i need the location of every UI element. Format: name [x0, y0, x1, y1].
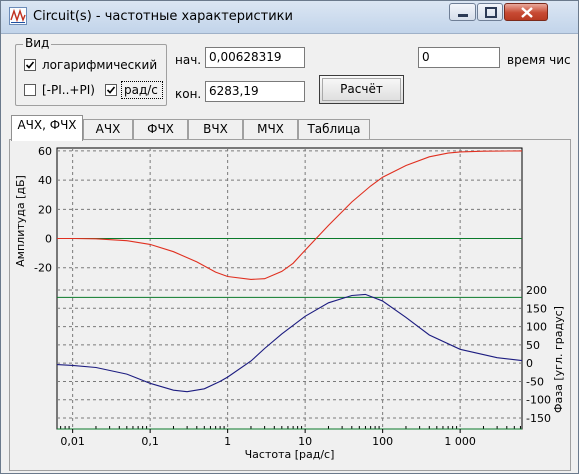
phase-tick-label: -100: [526, 394, 551, 407]
circuit-app-icon: [9, 7, 27, 25]
x-tick-label: 0,01: [60, 435, 85, 448]
x-tick-label: 10: [298, 435, 312, 448]
window-title: Circuit(s) - частотные характеристики: [33, 9, 293, 24]
calculate-button[interactable]: Расчёт: [319, 75, 404, 104]
phase-tick-label: 200: [526, 284, 547, 297]
phase-tick-label: 150: [526, 302, 547, 315]
frequency-response-chart: -20 0 20 40 60 -150 -100 -50 0 50 100 150 200 0,01 0,1…: [14, 145, 565, 461]
maximize-icon: [485, 7, 497, 18]
maximize-button[interactable]: [477, 3, 503, 21]
x-tick-label: 1: [224, 435, 231, 448]
log-scale-checkbox[interactable]: [24, 59, 36, 71]
log-scale-label: логарифмический: [42, 58, 158, 72]
amp-tick-label: 40: [38, 174, 52, 187]
close-icon: [521, 7, 533, 18]
rad-units-label: рад/с: [124, 83, 158, 97]
close-button[interactable]: [504, 3, 548, 21]
end-freq-input[interactable]: 6283,19: [205, 81, 305, 102]
plot-frame: [56, 147, 523, 430]
minimize-icon: [458, 14, 468, 17]
start-freq-label: нач.: [175, 53, 202, 67]
amp-tick-label: 20: [38, 203, 52, 216]
phase-tick-label: 100: [526, 321, 547, 334]
x-tick-label: 1 000: [444, 435, 476, 448]
tab-ifc[interactable]: МЧХ: [243, 119, 298, 139]
tab-afc[interactable]: АЧХ: [83, 119, 133, 139]
checkmark-icon: [25, 61, 35, 69]
app-window: Circuit(s) - частотные характеристики Ви…: [0, 0, 579, 474]
pi-range-checkbox[interactable]: [24, 84, 36, 96]
chart-panel: -20 0 20 40 60 -150 -100 -50 0 50 100 150 200 0,01 0,1…: [9, 139, 571, 471]
amp-tick-label: -20: [34, 262, 52, 275]
minimize-button[interactable]: [449, 3, 476, 21]
phase-tick-label: -50: [526, 375, 544, 388]
time-input[interactable]: 0: [418, 47, 500, 68]
tab-afc-pfc[interactable]: АЧХ, ФЧХ: [11, 115, 83, 141]
phase-axis-label: Фаза [угл. градус]: [552, 306, 565, 413]
pi-range-label: [-PI..+PI): [42, 83, 95, 97]
x-axis-label: Частота [рад/с]: [245, 448, 335, 461]
phase-tick-label: 0: [526, 357, 533, 370]
rad-units-checkbox[interactable]: [105, 84, 117, 96]
amp-axis-label: Амплитуда [дБ]: [14, 175, 27, 267]
checkmark-icon: [106, 86, 116, 94]
x-tick-label: 0,1: [141, 435, 159, 448]
amp-tick-label: 60: [38, 145, 52, 158]
tab-table[interactable]: Таблица: [298, 119, 370, 139]
phase-tick-label: -150: [526, 412, 551, 425]
amp-tick-label: 0: [45, 233, 52, 246]
view-group-title: Вид: [23, 36, 52, 50]
x-tick-label: 100: [372, 435, 393, 448]
tab-rfc[interactable]: ВЧХ: [188, 119, 243, 139]
tab-pfc[interactable]: ФЧХ: [133, 119, 188, 139]
start-freq-input[interactable]: 0,00628319: [205, 47, 305, 68]
title-bar[interactable]: Circuit(s) - частотные характеристики: [1, 1, 578, 34]
phase-tick-label: 50: [526, 339, 540, 352]
end-freq-label: кон.: [175, 87, 202, 101]
time-label: время чис: [507, 53, 571, 67]
button-inner-border: [322, 78, 401, 101]
